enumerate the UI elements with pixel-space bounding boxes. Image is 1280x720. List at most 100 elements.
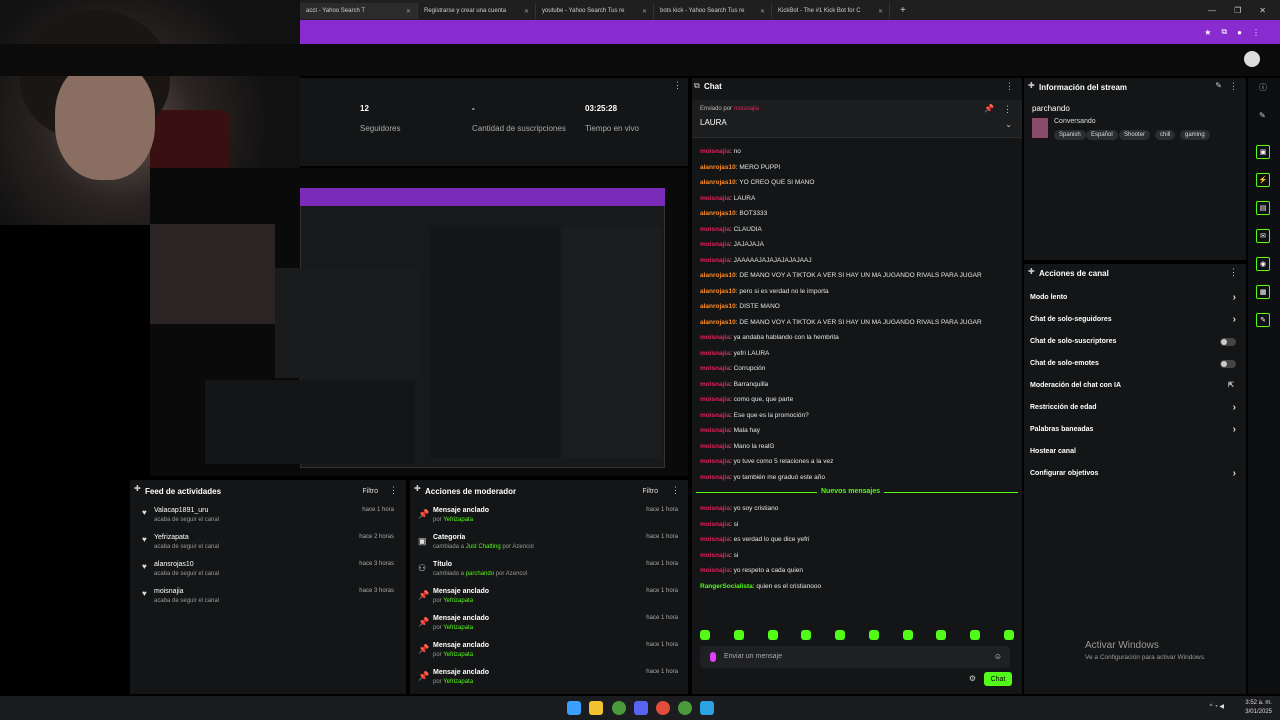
settings-icon[interactable]: ⇱	[1228, 381, 1234, 389]
feed-menu-icon[interactable]: ⋮	[389, 485, 398, 496]
rail-icon[interactable]: ✎	[1256, 313, 1270, 327]
emote-icon[interactable]	[1003, 630, 1014, 640]
rail-icon[interactable]: ▦	[1256, 285, 1270, 299]
channel-action-0[interactable]: Modo lento ›	[1030, 292, 1240, 303]
pinned-message[interactable]: Enviado por moisnajia LAURA 📌 ⋮ ⌄	[692, 100, 1022, 138]
volume-icon[interactable]: ◀	[1219, 704, 1224, 710]
chat-settings-icon[interactable]: ⚙	[969, 674, 976, 683]
chat-collapse-icon[interactable]: ⧉	[694, 81, 700, 91]
file-explorer-icon[interactable]	[589, 701, 603, 715]
chat-username[interactable]: moisnajia	[700, 412, 730, 419]
chat-username[interactable]: moisnajia	[700, 257, 730, 264]
rail-icon[interactable]: ▣	[1256, 145, 1270, 159]
menu-icon[interactable]: ⋮	[1252, 28, 1260, 37]
mod-action-target[interactable]: Yefrizapata	[443, 517, 473, 523]
feed-filter-button[interactable]: Filtro	[362, 488, 378, 495]
chat-username[interactable]: moisnajia	[700, 350, 730, 357]
close-icon[interactable]: ✕	[642, 8, 647, 15]
clock[interactable]: 3:52 a. m. 3/01/2025	[1245, 699, 1272, 717]
channel-action-2[interactable]: Chat de solo-suscriptores	[1030, 338, 1240, 346]
stream-info-menu-icon[interactable]: ⋮	[1229, 81, 1238, 92]
channel-action-3[interactable]: Chat de solo-emotes	[1030, 360, 1240, 368]
emote-icon[interactable]	[902, 630, 913, 640]
chat-username[interactable]: moisnajia	[700, 458, 730, 465]
close-window-button[interactable]: ✕	[1259, 6, 1266, 15]
chat-username[interactable]: moisnajia	[700, 505, 730, 512]
mod-action-target[interactable]: Yefrizapata	[443, 598, 473, 604]
rail-icon[interactable]: ▤	[1256, 201, 1270, 215]
rail-icon[interactable]: ⚡	[1256, 173, 1270, 187]
follower-name[interactable]: moisnajia	[154, 588, 184, 595]
chat-username[interactable]: moisnajia	[700, 195, 730, 202]
info-icon[interactable]: ⓘ	[1259, 82, 1267, 93]
smiley-icon[interactable]: ☺	[994, 652, 1002, 661]
chat-username[interactable]: moisnajia	[700, 567, 730, 574]
chat-username[interactable]: alanrojas10	[700, 303, 736, 310]
star-icon[interactable]: ★	[1204, 28, 1211, 37]
chevron-down-icon[interactable]: ⌄	[1005, 120, 1012, 129]
emote-icon[interactable]	[700, 630, 710, 640]
chat-username[interactable]: moisnajia	[700, 536, 730, 543]
chat-username[interactable]: moisnajia	[700, 334, 730, 341]
chat-username[interactable]: alanrojas10	[700, 319, 736, 326]
system-tray[interactable]: ^ ◔ ◀	[1210, 703, 1224, 710]
chat-username[interactable]: moisnajia	[700, 427, 730, 434]
close-icon[interactable]: ✕	[878, 8, 883, 15]
close-icon[interactable]: ✕	[524, 8, 529, 15]
rail-icon[interactable]: ✉	[1256, 229, 1270, 243]
mod-action-target[interactable]: parchando	[466, 571, 494, 577]
chrome-icon[interactable]	[612, 701, 626, 715]
browser-tab[interactable]: KickBot - The #1 Kick Bot for C ✕	[772, 3, 890, 19]
mod-action-target[interactable]: Yefrizapata	[443, 625, 473, 631]
channel-action-7[interactable]: Hostear canal	[1030, 448, 1240, 455]
profile-icon[interactable]: ●	[1237, 28, 1242, 37]
emote-icon[interactable]	[936, 630, 947, 640]
chevron-right-icon[interactable]: ›	[1233, 402, 1236, 413]
channel-actions-menu-icon[interactable]: ⋮	[1229, 267, 1238, 278]
chevron-right-icon[interactable]: ›	[1233, 314, 1236, 325]
extensions-icon[interactable]: ⧉	[1221, 27, 1227, 37]
user-avatar[interactable]	[1244, 51, 1260, 67]
minimize-button[interactable]: —	[1208, 6, 1216, 15]
emote-icon[interactable]	[801, 630, 812, 640]
edit-icon[interactable]: ✎	[1259, 111, 1266, 120]
emote-icon[interactable]	[835, 630, 846, 640]
emote-icon[interactable]	[767, 630, 778, 640]
mod-filter-button[interactable]: Filtro	[642, 488, 658, 495]
chat-username[interactable]: moisnajia	[700, 521, 730, 528]
channel-action-5[interactable]: Restricción de edad ›	[1030, 402, 1240, 413]
channel-action-6[interactable]: Palabras baneadas ›	[1030, 424, 1240, 435]
start-icon[interactable]	[567, 701, 581, 715]
chat-username[interactable]: alanrojas10	[700, 288, 736, 295]
browser-tab[interactable]: bots kick - Yahoo Search Tus re ✕	[654, 3, 772, 19]
browser-tab[interactable]: youtube - Yahoo Search Tus re ✕	[536, 3, 654, 19]
emote-picker-icon[interactable]	[710, 652, 716, 662]
chat-username[interactable]: moisnajia	[700, 226, 730, 233]
emote-icon[interactable]	[733, 630, 744, 640]
channel-action-1[interactable]: Chat de solo-seguidores ›	[1030, 314, 1240, 325]
edit-icon[interactable]: ✎	[1215, 81, 1222, 90]
app-icon[interactable]	[700, 701, 714, 715]
address-bar[interactable]: ★ ⧉ ● ⋮	[300, 20, 1280, 44]
chevron-right-icon[interactable]: ›	[1233, 292, 1236, 303]
channel-action-4[interactable]: Moderación del chat con IA ⇱	[1030, 382, 1240, 389]
rail-icon[interactable]: ◉	[1256, 257, 1270, 271]
close-icon[interactable]: ✕	[760, 8, 765, 15]
mod-action-target[interactable]: Yefrizapata	[443, 679, 473, 685]
chat-input[interactable]: Enviar un mensaje ☺	[700, 646, 1010, 668]
mod-action-target[interactable]: Just Chatting	[466, 544, 501, 550]
toggle-switch[interactable]	[1220, 360, 1236, 368]
emote-icon[interactable]	[970, 630, 981, 640]
chat-username[interactable]: RangerSocialista	[700, 583, 753, 590]
emote-icon[interactable]	[868, 630, 879, 640]
browser-tab[interactable]: Registrarse y crear una cuenta ✕	[418, 3, 536, 19]
chat-username[interactable]: alanrojas10	[700, 272, 736, 279]
chrome-icon[interactable]	[678, 701, 692, 715]
mod-menu-icon[interactable]: ⋮	[671, 485, 680, 496]
browser-tab[interactable]: acct - Yahoo Search T ✕	[300, 3, 418, 19]
chat-username[interactable]: moisnajia	[700, 365, 730, 372]
follower-name[interactable]: alansrojas10	[154, 561, 194, 568]
discord-icon[interactable]	[634, 701, 648, 715]
send-chat-button[interactable]: Chat	[984, 672, 1012, 686]
chat-username[interactable]: moisnajia	[700, 443, 730, 450]
